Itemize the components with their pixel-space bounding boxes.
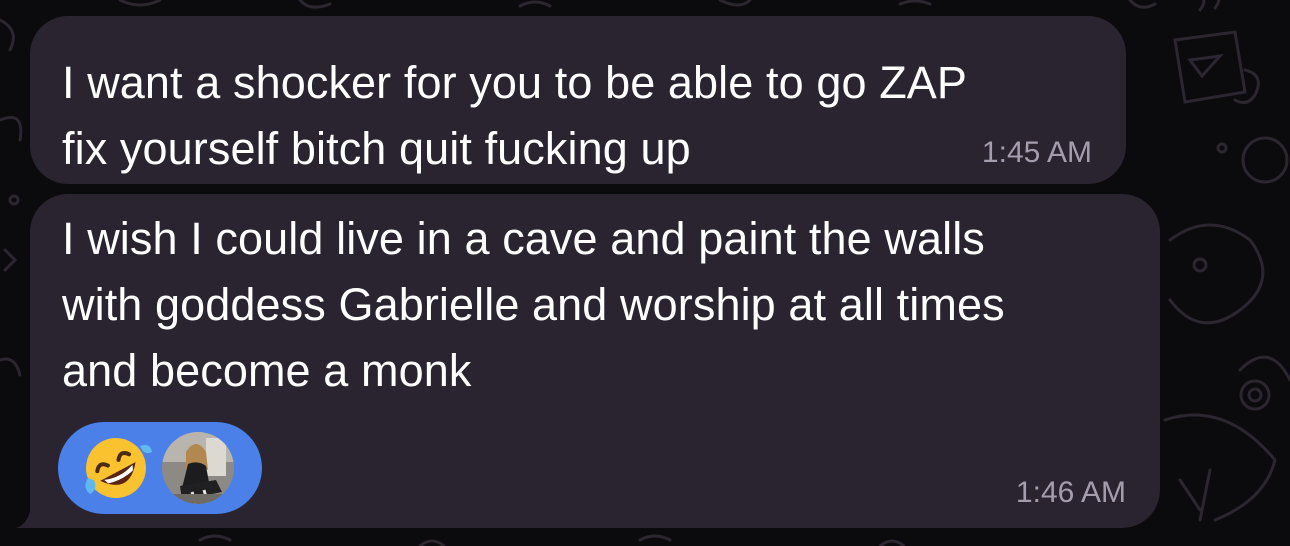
message-line: and become a monk — [62, 345, 472, 396]
message-text: I want a shocker for you to be able to g… — [62, 50, 967, 182]
message-line: fix yourself bitch quit fucking up — [62, 123, 691, 174]
message-line: I want a shocker for you to be able to g… — [62, 57, 968, 108]
chat-view: I want a shocker for you to be able to g… — [0, 0, 1290, 546]
message-timestamp: 1:45 AM — [981, 136, 1092, 169]
message-bubble[interactable]: I wish I could live in a cave and paint … — [30, 194, 1160, 528]
message-timestamp: 1:46 AM — [1015, 476, 1126, 509]
message-line: I wish I could live in a cave and paint … — [62, 213, 985, 264]
message-line: with goddess Gabrielle and worship at al… — [62, 279, 1005, 330]
message-bubble[interactable]: I want a shocker for you to be able to g… — [30, 16, 1126, 184]
rolling-on-floor-laughing-icon — [85, 438, 152, 498]
reaction-pill[interactable] — [58, 422, 262, 514]
message-text: I wish I could live in a cave and paint … — [62, 206, 1005, 404]
reactor-avatar — [162, 432, 234, 504]
